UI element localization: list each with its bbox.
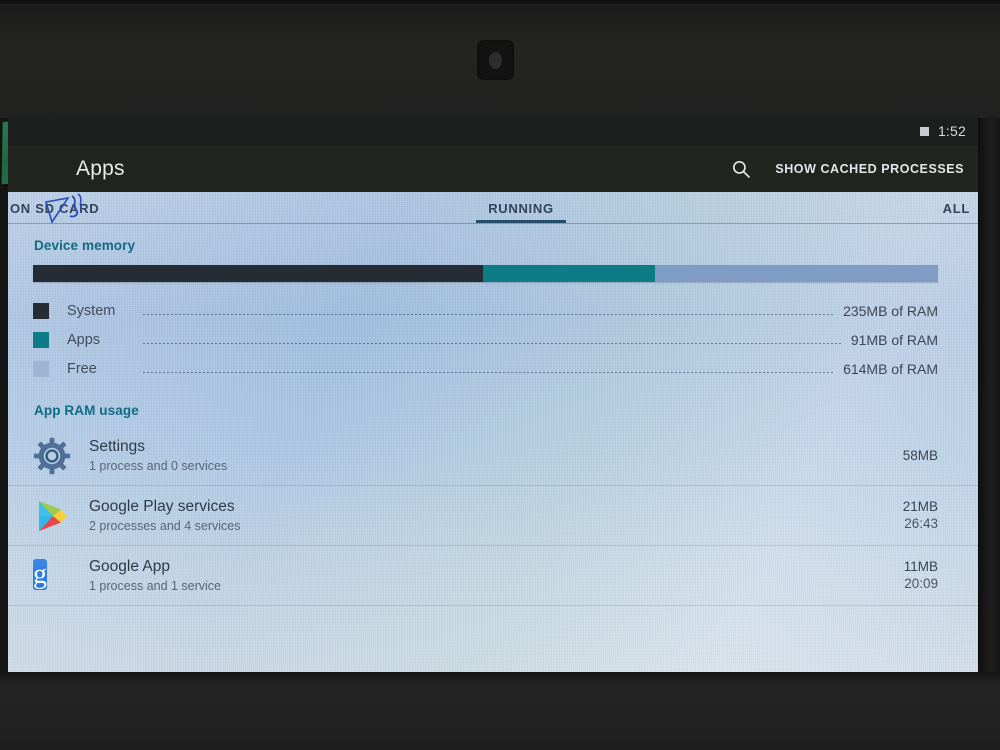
app-runtime: 20:09 [904, 576, 938, 591]
legend-row: System 235MB of RAM [8, 296, 978, 325]
google-app-letter: g [33, 558, 47, 590]
legend-label-system: System [67, 302, 116, 319]
memory-segment-free [654, 265, 938, 282]
action-bar: Apps SHOW CACHED PROCESSES [8, 146, 978, 192]
square-indicator-icon [919, 126, 929, 136]
camera-lens-icon [489, 52, 502, 69]
google-play-services-icon [33, 497, 71, 535]
memory-segment-apps [482, 265, 655, 282]
app-name: Google Play services [89, 497, 235, 515]
tab-running-label: RUNNING [488, 200, 554, 216]
bezel-hairline [0, 0, 1000, 4]
app-memory: 58MB [902, 448, 938, 463]
device-left-bezel [0, 118, 8, 672]
app-ram-usage-title: App RAM usage [34, 403, 139, 418]
google-app-icon: g [33, 557, 71, 595]
app-subtitle: 2 processes and 4 services [89, 518, 241, 533]
list-item[interactable]: Settings 1 process and 0 services 58MB [8, 426, 978, 486]
device-photo: 1:52 Apps SHOW CACHED PROCESSES ON SD CA… [0, 0, 1000, 750]
app-name: Settings [89, 437, 146, 455]
front-camera-icon [477, 40, 514, 80]
tab-running[interactable]: RUNNING [476, 200, 566, 223]
app-runtime: 26:43 [904, 516, 938, 531]
app-memory: 11MB [903, 559, 938, 574]
legend-label-free: Free [67, 360, 97, 377]
device-bottom-bezel [0, 672, 1000, 750]
tab-bar: ON SD CARD RUNNING ALL [8, 192, 978, 224]
app-subtitle: 1 process and 0 services [89, 458, 228, 473]
device-right-bezel [978, 118, 1000, 672]
app-name: Google App [89, 557, 171, 575]
legend-swatch-apps [33, 331, 49, 348]
legend-label-apps: Apps [67, 331, 101, 348]
legend-dots [143, 372, 834, 373]
search-icon[interactable] [731, 159, 751, 179]
legend-value-apps: 91MB of RAM [850, 331, 938, 348]
app-memory: 21MB [902, 499, 938, 514]
legend-value-system: 235MB of RAM [843, 302, 938, 319]
page-title: Apps [76, 157, 125, 180]
device-memory-bar [33, 265, 938, 282]
apps-running-body: ON SD CARD RUNNING ALL Device memory Sys… [8, 192, 978, 672]
status-bar: 1:52 [8, 118, 978, 146]
legend-swatch-free [33, 360, 49, 377]
settings-gear-icon [33, 437, 71, 475]
list-item[interactable]: g Google App 1 process and 1 service 11M… [8, 546, 978, 606]
app-subtitle: 1 process and 1 service [89, 578, 222, 593]
legend-swatch-system [33, 302, 49, 319]
device-top-bezel [0, 0, 1000, 118]
show-cached-processes-button[interactable]: SHOW CACHED PROCESSES [775, 162, 964, 176]
legend-dots [143, 314, 834, 315]
legend-value-free: 614MB of RAM [843, 360, 938, 377]
device-memory-title: Device memory [34, 238, 136, 253]
list-item[interactable]: Google Play services 2 processes and 4 s… [8, 486, 978, 546]
android-screen: 1:52 Apps SHOW CACHED PROCESSES ON SD CA… [8, 118, 978, 672]
legend-row: Apps 91MB of RAM [8, 325, 978, 354]
device-memory-legend: System 235MB of RAM Apps 91MB of RAM Fre… [8, 296, 978, 383]
legend-row: Free 614MB of RAM [8, 354, 978, 383]
app-ram-usage-list: Settings 1 process and 0 services 58MB G… [8, 426, 978, 606]
tab-all[interactable]: ALL [943, 201, 970, 216]
memory-segment-system [33, 265, 483, 282]
legend-dots [143, 343, 841, 344]
status-bar-clock: 1:52 [937, 123, 966, 139]
tab-on-sd-card[interactable]: ON SD CARD [10, 201, 99, 216]
